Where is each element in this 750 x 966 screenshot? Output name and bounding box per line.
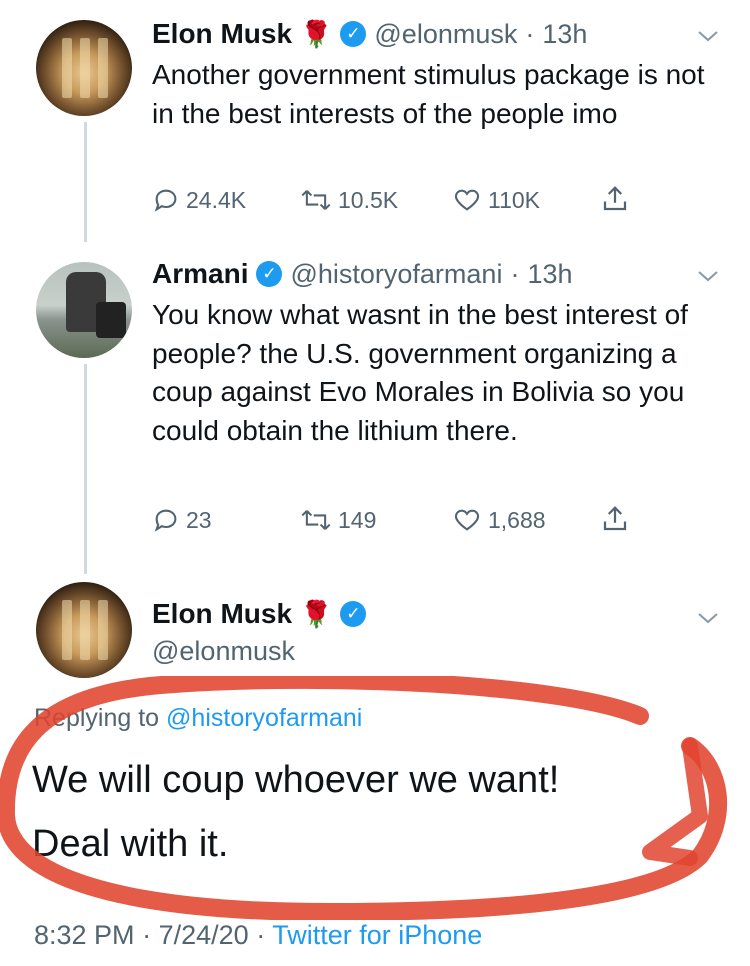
verified-icon: ✓: [340, 601, 367, 627]
retweet-count: 10.5K: [338, 186, 399, 213]
chevron-down-icon[interactable]: [696, 24, 720, 50]
tweet2-header: Armani ✓ @historyofarmani · 13h: [152, 258, 573, 290]
thread-connector: [84, 122, 87, 242]
handle[interactable]: @elonmusk: [374, 19, 517, 50]
tweet2-actions: 23 149 1,688: [152, 506, 642, 538]
display-name[interactable]: Armani: [152, 258, 248, 290]
timestamp[interactable]: 13h: [542, 19, 587, 50]
tweet-date[interactable]: 7/24/20: [159, 920, 249, 950]
share-icon: [603, 506, 627, 531]
share-button[interactable]: [600, 504, 636, 534]
rose-icon: 🌹: [300, 598, 333, 629]
tweet-metadata: 8:32 PM · 7/24/20 · Twitter for iPhone: [34, 920, 482, 951]
separator-dot: ·: [510, 258, 520, 289]
reply-count: 24.4K: [186, 186, 247, 213]
chevron-down-icon[interactable]: [696, 264, 720, 290]
like-count: 1,688: [488, 506, 546, 533]
verified-icon: ✓: [256, 261, 283, 287]
chevron-down-icon[interactable]: [696, 606, 720, 632]
tweet3-header: Elon Musk 🌹 ✓: [152, 598, 367, 630]
tweet-time[interactable]: 8:32 PM: [34, 920, 135, 950]
handle[interactable]: @elonmusk: [152, 636, 295, 667]
reply-icon: [154, 189, 177, 212]
retweet-icon: [301, 510, 331, 530]
display-name[interactable]: Elon Musk: [152, 18, 292, 50]
thread-connector: [84, 364, 87, 574]
verified-icon: ✓: [340, 21, 367, 47]
tweet1-header: Elon Musk 🌹 ✓ @elonmusk · 13h: [152, 18, 587, 50]
tweet1-actions: 24.4K 10.5K 110K: [152, 186, 642, 218]
reply-button[interactable]: 23: [152, 506, 212, 534]
share-icon: [603, 186, 627, 211]
share-button[interactable]: [600, 184, 636, 214]
like-count: 110K: [488, 186, 541, 213]
retweet-icon: [301, 190, 331, 210]
rose-icon: 🌹: [300, 18, 333, 49]
tweet-text: You know what wasnt in the best interest…: [152, 299, 688, 446]
reply-icon: [154, 509, 177, 532]
heart-icon: [454, 509, 480, 531]
separator-dot: ·: [256, 920, 273, 950]
retweet-button[interactable]: 149: [300, 506, 376, 534]
reply-button[interactable]: 24.4K: [152, 186, 246, 214]
timestamp[interactable]: 13h: [527, 259, 572, 290]
separator-dot: ·: [142, 920, 159, 950]
retweet-button[interactable]: 10.5K: [300, 186, 398, 214]
red-circle-annotation: [0, 676, 728, 920]
avatar-armani[interactable]: [36, 262, 132, 358]
heart-icon: [454, 189, 480, 211]
tweet-source-link[interactable]: Twitter for iPhone: [272, 920, 482, 950]
avatar-elon-musk[interactable]: [36, 582, 132, 678]
like-button[interactable]: 1,688: [452, 506, 546, 534]
like-button[interactable]: 110K: [452, 186, 540, 214]
tweet-text: Another government stimulus package is n…: [152, 59, 705, 129]
separator-dot: ·: [525, 18, 535, 49]
avatar-elon-musk[interactable]: [36, 20, 132, 116]
handle[interactable]: @historyofarmani: [290, 259, 502, 290]
display-name[interactable]: Elon Musk: [152, 598, 292, 630]
retweet-count: 149: [338, 506, 377, 533]
reply-count: 23: [186, 506, 212, 533]
